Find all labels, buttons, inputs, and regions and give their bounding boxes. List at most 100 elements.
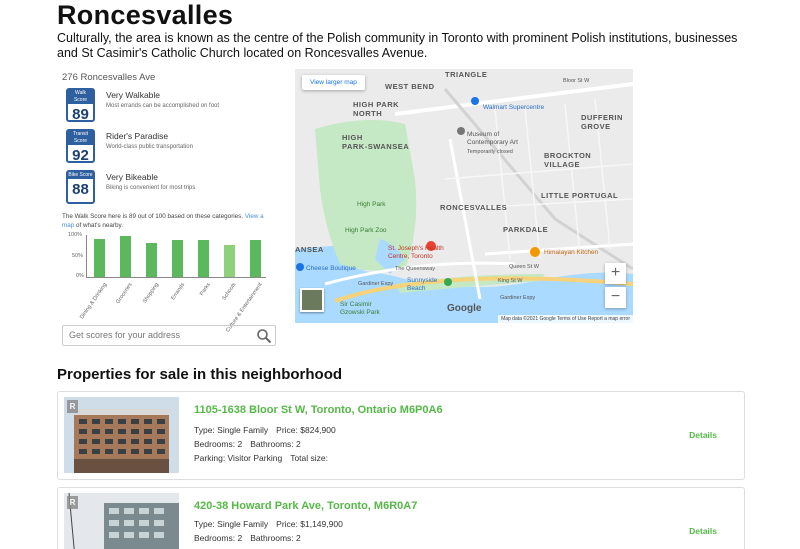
walk-score-value: 89 [72, 106, 89, 123]
map-label: TRIANGLE [445, 70, 488, 79]
listing-card[interactable]: R 420-38 Howard Park Ave, Toronto, M6R0A… [57, 487, 745, 549]
zoom-in-button[interactable]: + [605, 263, 626, 284]
details-link[interactable]: Details [689, 526, 717, 536]
address-search-input[interactable]: Get scores for your address [62, 325, 276, 346]
street-label: Gardiner Expy [358, 281, 394, 287]
chart-x-label: Schools [221, 282, 238, 302]
walkscore-note-suffix: of what's nearby. [76, 222, 123, 229]
y-tick-label: 100% [68, 232, 83, 238]
listing-bathrooms: Bathrooms: 2 [250, 439, 301, 449]
y-tick-label: 0% [76, 273, 84, 279]
map-footer[interactable]: Map data ©2021 Google Terms of Use Repor… [498, 315, 633, 323]
museum-status: Temporarily closed [467, 149, 513, 155]
map-label: HIGH PARK-SWANSEA [342, 133, 410, 151]
listing-type: Type: Single Family [194, 425, 269, 435]
listing-photo[interactable]: R [64, 397, 179, 473]
chart-bar [94, 239, 105, 277]
street-label: Queen St W [509, 264, 539, 270]
category-bar-chart: 100% 50% 0% Dining & Drinking Groceries Sh… [62, 230, 276, 334]
walkscore-note-text: The Walk Score here is 89 out of 100 bas… [62, 213, 244, 220]
chart-x-label: Groceries [115, 282, 134, 305]
map-label: BROCKTON VILLAGE [544, 151, 592, 169]
listing-info-row: Type: Single Family Price: $1,149,900 [194, 519, 351, 529]
walkscore-note: The Walk Score here is 89 out of 100 bas… [62, 212, 276, 230]
walkscore-address: 276 Roncesvalles Ave [62, 72, 156, 83]
high-park-poi[interactable]: High Park [357, 201, 386, 208]
walk-score-sub: Most errands can be accomplished on foot [106, 103, 220, 109]
realtor-logo-icon: R [67, 400, 78, 413]
bike-score-badge: Bike Score 88 [66, 170, 95, 204]
map-label: ANSEA [295, 245, 324, 254]
bike-score-value: 88 [72, 181, 89, 198]
transit-score-row[interactable]: Transit Score 92 Rider's Paradise World-… [62, 128, 276, 169]
sir-casimir-park-poi[interactable]: Sir Casimir Gzowski Park [340, 301, 380, 317]
chart-bar [224, 245, 235, 277]
y-tick-label: 50% [72, 253, 84, 259]
transit-score-value: 92 [72, 147, 89, 164]
listing-card[interactable]: R 1105-1638 Bloor St W, Toronto, Ontario… [57, 391, 745, 480]
map-label: RONCESVALLES [440, 203, 508, 212]
street-label: The Queensway [395, 266, 436, 272]
satellite-toggle[interactable] [300, 288, 324, 312]
listing-type: Type: Single Family [194, 519, 269, 529]
transit-score-sub: World-class public transportation [106, 144, 193, 150]
listing-size: Total size: [290, 453, 328, 463]
walk-score-badge-label: Walk Score [68, 90, 93, 104]
map-label: DUFFERIN GROVE [581, 113, 623, 131]
bike-score-sub: Biking is convenient for most trips [106, 185, 196, 191]
map-label: WEST BEND [385, 82, 435, 91]
listing-info-row: Parking: Visitor Parking Total size: [194, 453, 336, 463]
chart-x-label: Shopping [141, 282, 160, 305]
transit-score-badge-label: Transit Score [68, 131, 93, 145]
building-image [64, 397, 179, 473]
walmart-poi[interactable]: Walmart Supercentre [483, 104, 544, 111]
sunnyside-beach-poi[interactable]: Sunnyside Beach [407, 277, 437, 293]
listing-bedrooms: Bedrooms: 2 [194, 533, 243, 543]
bike-score-name: Very Bikeable [106, 172, 158, 182]
st-josephs-poi[interactable]: St. Joseph's Health Centre, Toronto [388, 245, 444, 261]
view-larger-map-button[interactable]: View larger map [302, 75, 365, 90]
listing-parking: Parking: Visitor Parking [194, 453, 283, 463]
walk-score-badge: Walk Score 89 [66, 88, 95, 123]
transit-score-badge: Transit Score 92 [66, 129, 95, 164]
realtor-logo-icon: R [67, 496, 78, 509]
listing-price: Price: $824,900 [276, 425, 336, 435]
chart-bar [250, 240, 261, 277]
high-park-zoo-poi[interactable]: High Park Zoo [345, 227, 387, 234]
street-label: Gardiner Expy [500, 295, 536, 301]
listing-price: Price: $1,149,900 [276, 519, 343, 529]
address-search-placeholder: Get scores for your address [69, 330, 181, 340]
walk-score-row[interactable]: Walk Score 89 Very Walkable Most errands… [62, 87, 276, 128]
neighborhood-map[interactable]: View larger map TRIANGLE WEST BEND HIGH … [295, 69, 633, 323]
street-label: Bloor St W [563, 78, 590, 84]
chart-bar [146, 243, 157, 277]
y-axis [86, 235, 87, 277]
page-description: Culturally, the area is known as the cen… [57, 31, 738, 60]
chart-x-label: Parks [198, 282, 212, 297]
street-label: King St W [498, 278, 523, 284]
listing-bedrooms: Bedrooms: 2 [194, 439, 243, 449]
search-icon[interactable] [256, 328, 272, 344]
himalayan-kitchen-poi[interactable]: Himalayan Kitchen [544, 249, 598, 256]
map-label: HIGH PARK NORTH [353, 100, 400, 118]
chart-bar [172, 240, 183, 277]
listings-section-title: Properties for sale in this neighborhood [57, 366, 343, 383]
chart-bar [120, 236, 131, 277]
listing-info-row: Bedrooms: 2 Bathrooms: 2 [194, 439, 309, 449]
bike-score-row[interactable]: Bike Score 88 Very Bikeable Biking is co… [62, 169, 276, 210]
bike-score-badge-label: Bike Score [68, 172, 93, 179]
listing-info-row: Bedrooms: 2 Bathrooms: 2 [194, 533, 309, 543]
museum-poi[interactable]: Museum of Contemporary Art [467, 131, 518, 147]
page-title: Roncesvalles [57, 0, 234, 30]
listing-info-row: Type: Single Family Price: $824,900 [194, 425, 344, 435]
cheese-boutique-poi[interactable]: Cheese Boutique [306, 265, 356, 272]
listing-photo[interactable]: R [64, 493, 179, 549]
details-link[interactable]: Details [689, 430, 717, 440]
map-label: PARKDALE [503, 225, 549, 234]
google-logo: Google [447, 303, 482, 314]
listing-address[interactable]: 1105-1638 Bloor St W, Toronto, Ontario M… [194, 404, 443, 416]
x-axis [86, 277, 266, 278]
listing-address[interactable]: 420-38 Howard Park Ave, Toronto, M6R0A7 [194, 500, 417, 512]
zoom-out-button[interactable]: − [605, 287, 626, 308]
building-image [64, 493, 179, 549]
